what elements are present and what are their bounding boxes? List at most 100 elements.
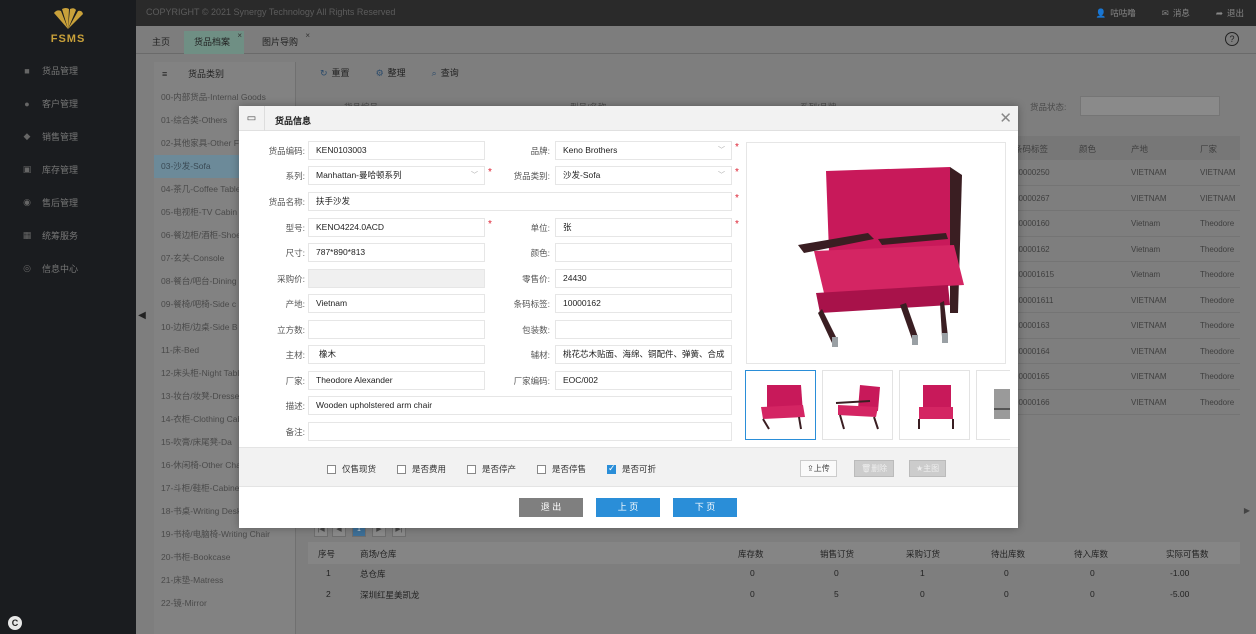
sidebar-collapse-icon[interactable]: ◀	[136, 306, 148, 326]
checkbox-box[interactable]	[537, 464, 546, 474]
checkbox-box-checked[interactable]	[607, 463, 616, 474]
logout-icon: ➦	[1215, 7, 1223, 18]
is-discountable-checkbox[interactable]: 是否可折	[607, 463, 656, 475]
maker-field[interactable]: Theodore Alexander	[308, 371, 485, 390]
category-select[interactable]: 沙发-Sofa	[555, 166, 732, 185]
help-icon[interactable]: ?	[1225, 32, 1239, 46]
cubic-field[interactable]	[308, 320, 485, 339]
exit-button[interactable]: 退 出	[519, 498, 583, 517]
cell-barcode: 100001611	[1014, 295, 1054, 305]
model-field[interactable]: KENO4224.0ACD	[308, 218, 485, 237]
name-field[interactable]: 扶手沙发	[308, 192, 732, 211]
user-name: 咕咕噜	[1110, 8, 1136, 18]
scroll-right-icon[interactable]: ▶	[1244, 506, 1250, 515]
cubic-label: 立方数:	[277, 325, 305, 335]
sidebar-item-aftersales[interactable]: ◉ 售后管理	[0, 186, 136, 219]
inv-cell-sales_order: 5	[834, 589, 839, 599]
form-row: 型号: KENO4224.0ACD * 单位: 张 *	[239, 218, 739, 237]
user-menu[interactable]: 👤 咕咕噜	[1096, 7, 1136, 19]
inventory-row[interactable]: 2 深圳红星美凯龙 0 5 0 0 0 -5.00	[308, 583, 1240, 604]
sidebar-item-info[interactable]: ◎ 信息中心	[0, 252, 136, 285]
tab-label: 主页	[152, 37, 171, 47]
is-stop-sale-checkbox[interactable]: 是否停售	[537, 463, 586, 475]
cell-barcode: 100001615	[1014, 270, 1055, 279]
chair-thumbnail-icon	[835, 385, 880, 430]
refresh-label: 重置	[331, 68, 350, 78]
tab-close-icon[interactable]: ×	[305, 24, 310, 47]
thumbnail-2[interactable]	[822, 370, 893, 440]
main-material-field[interactable]: 橡木	[308, 345, 485, 364]
category-item[interactable]: 21-床垫-Matress	[154, 569, 295, 592]
sidebar-item-label: 库存管理	[42, 165, 79, 175]
unit-field[interactable]: 张	[555, 218, 732, 237]
checkbox-box[interactable]	[327, 464, 336, 474]
sidebar-item-goods[interactable]: ■ 货品管理	[0, 54, 136, 87]
messages-link[interactable]: ✉ 消息	[1162, 7, 1190, 19]
set-primary-image-button[interactable]: ★主图	[909, 460, 947, 477]
color-field[interactable]	[555, 243, 732, 262]
sidebar: FSMS ■ 货品管理 ● 客户管理 ◆ 销售管理 ▣ 库存管理 ◉ 售后管理 ▦ 统筹服务…	[0, 0, 136, 634]
logout-link[interactable]: ➦ 退出	[1216, 7, 1244, 19]
required-icon: *	[735, 193, 739, 204]
close-icon[interactable]: ✕	[999, 109, 1012, 127]
form-row: 采购价: 零售价: 24430	[239, 269, 739, 288]
sidebar-item-services[interactable]: ▦ 统筹服务	[0, 219, 136, 252]
sidebar-item-inventory[interactable]: ▣ 库存管理	[0, 153, 136, 186]
desc-field[interactable]: Wooden upholstered arm chair	[308, 396, 732, 415]
status-filter-select[interactable]	[1080, 96, 1220, 116]
chevron-down-icon[interactable]: ﹀	[471, 166, 478, 185]
retail-price-field[interactable]: 24430	[555, 269, 732, 288]
delete-image-button[interactable]: 🗑删除	[854, 460, 895, 477]
size-field[interactable]: 787*890*813	[308, 243, 485, 262]
inv-cell-shipping: 0	[1004, 589, 1009, 599]
inventory-row[interactable]: 1 总仓库 0 0 1 0 0 -1.00	[308, 562, 1240, 583]
thumbnail-1[interactable]	[745, 370, 816, 440]
chevron-down-icon[interactable]: ﹀	[718, 166, 725, 185]
spot-only-checkbox[interactable]: 仅售现货	[327, 463, 376, 475]
query-button[interactable]: ⌕ 查询	[432, 66, 459, 79]
next-page-button[interactable]: 下 页	[673, 498, 737, 517]
checkbox-box[interactable]	[397, 464, 406, 474]
name-label: 货品名称:	[268, 197, 305, 207]
upload-image-button[interactable]: ⇪上传	[800, 460, 837, 477]
organize-button[interactable]: ⚙ 整理	[376, 66, 406, 79]
user-icon: 👤	[1095, 7, 1107, 18]
code-field[interactable]: KEN0103003	[308, 141, 485, 160]
barcode-field[interactable]: 10000162	[555, 294, 732, 313]
tab-image-guide[interactable]: 图片导购 ×	[252, 31, 312, 54]
tab-goods-archive[interactable]: 货品档案 ×	[184, 31, 245, 54]
category-item[interactable]: 20-书柜-Bookcase	[154, 546, 295, 569]
tab-close-icon[interactable]: ×	[237, 24, 242, 47]
packages-field[interactable]	[555, 320, 732, 339]
is-expense-checkbox[interactable]: 是否费用	[397, 463, 446, 475]
remark-field[interactable]	[308, 422, 732, 441]
brand-select[interactable]: Keno Brothers	[555, 141, 732, 160]
cell-origin: VIETNAM	[1131, 321, 1167, 330]
sidebar-item-sales[interactable]: ◆ 销售管理	[0, 120, 136, 153]
cell-maker: VIETNAM	[1200, 168, 1236, 177]
thumbnail-4[interactable]	[976, 370, 1010, 440]
series-select[interactable]: Manhattan-曼哈顿系列	[308, 166, 485, 185]
origin-field[interactable]: Vietnam	[308, 294, 485, 313]
thumbnail-3[interactable]	[899, 370, 970, 440]
cell-origin: VIETNAM	[1131, 168, 1167, 177]
chevron-down-icon[interactable]: ﹀	[718, 141, 725, 160]
aux-material-field[interactable]: 桃花芯木贴面、海绵、铜配件、弹簧、合成	[555, 345, 732, 364]
sidebar-item-label: 信息中心	[42, 264, 79, 274]
sidebar-item-label: 售后管理	[42, 198, 79, 208]
chair-thumbnail-icon	[917, 385, 954, 429]
category-item[interactable]: 22-镜-Mirror	[154, 592, 295, 615]
maker-code-field[interactable]: EOC/002	[555, 371, 732, 390]
required-icon: *	[735, 167, 739, 178]
is-discontinued-checkbox[interactable]: 是否停产	[467, 463, 516, 475]
form-row: 货品名称: 扶手沙发 *	[239, 192, 739, 211]
prev-page-button[interactable]: 上 页	[596, 498, 660, 517]
service-icon: ◉	[23, 197, 31, 207]
tab-home[interactable]: 主页	[142, 31, 180, 54]
cell-origin: Vietnam	[1131, 270, 1161, 279]
sidebar-item-customers[interactable]: ● 客户管理	[0, 87, 136, 120]
checkbox-box[interactable]	[467, 464, 476, 474]
footer-badge-icon[interactable]: C	[8, 616, 22, 630]
refresh-button[interactable]: ↻ 重置	[320, 66, 350, 79]
purchase-price-field	[308, 269, 485, 288]
